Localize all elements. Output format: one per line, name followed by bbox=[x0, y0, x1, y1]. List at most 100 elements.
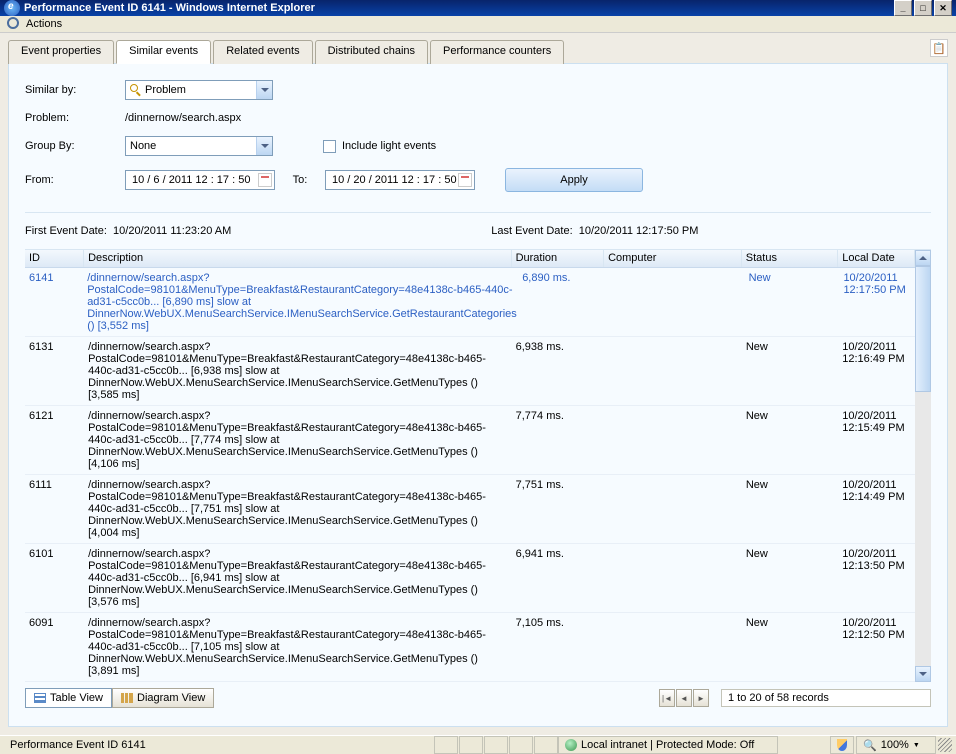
protected-mode-icon[interactable] bbox=[830, 736, 854, 754]
vertical-scrollbar[interactable] bbox=[915, 250, 931, 682]
actions-label[interactable]: Actions bbox=[26, 18, 62, 30]
from-date-input[interactable]: 10 / 6 / 2011 12 : 17 : 50 bbox=[125, 170, 275, 190]
window-title: Performance Event ID 6141 - Windows Inte… bbox=[24, 2, 894, 14]
scroll-thumb[interactable] bbox=[915, 266, 931, 392]
cell-computer bbox=[604, 547, 742, 609]
cell-duration: 6,938 ms. bbox=[512, 340, 605, 402]
cell-computer bbox=[604, 478, 742, 540]
cell-description[interactable]: /dinnernow/search.aspx?PostalCode=98101&… bbox=[83, 271, 518, 333]
scroll-track[interactable] bbox=[915, 392, 931, 666]
cell-status: New bbox=[742, 478, 838, 540]
diagram-view-button[interactable]: Diagram View bbox=[112, 688, 214, 708]
col-description[interactable]: Description bbox=[84, 250, 511, 267]
resize-grip[interactable] bbox=[938, 738, 952, 752]
tab-event-properties[interactable]: Event properties bbox=[8, 40, 114, 64]
similar-by-value: Problem bbox=[145, 84, 186, 96]
grid-header: ID Description Duration Computer Status … bbox=[25, 250, 915, 268]
col-local-date[interactable]: Local Date bbox=[838, 250, 915, 267]
scroll-up-button[interactable] bbox=[915, 250, 931, 266]
prev-page-button[interactable]: ◄ bbox=[676, 689, 692, 707]
cell-status: New bbox=[742, 616, 838, 678]
col-computer[interactable]: Computer bbox=[604, 250, 742, 267]
tab-similar-events[interactable]: Similar events bbox=[116, 40, 211, 64]
col-status[interactable]: Status bbox=[742, 250, 838, 267]
calendar-icon[interactable] bbox=[258, 173, 272, 187]
close-button[interactable]: ✕ bbox=[934, 0, 952, 16]
maximize-button[interactable]: □ bbox=[914, 0, 932, 16]
cell-date: 10/20/2011 12:16:49 PM bbox=[838, 340, 915, 402]
status-panel-empty bbox=[534, 736, 558, 754]
last-event-label: Last Event Date: bbox=[491, 225, 572, 237]
tab-performance-counters[interactable]: Performance counters bbox=[430, 40, 564, 64]
cell-id: 6121 bbox=[25, 409, 84, 471]
last-event-value: 10/20/2011 12:17:50 PM bbox=[579, 225, 699, 237]
problem-label: Problem: bbox=[25, 112, 125, 124]
first-event-label: First Event Date: bbox=[25, 225, 107, 237]
table-row[interactable]: 6091/dinnernow/search.aspx?PostalCode=98… bbox=[25, 613, 915, 682]
ie-icon bbox=[4, 0, 20, 16]
cell-computer bbox=[604, 409, 742, 471]
chevron-down-icon[interactable] bbox=[256, 137, 272, 155]
cell-date: 10/20/2011 12:13:50 PM bbox=[838, 547, 915, 609]
similar-by-combo[interactable]: Problem bbox=[125, 80, 273, 100]
events-grid: ID Description Duration Computer Status … bbox=[25, 250, 915, 682]
first-page-button[interactable]: |◄ bbox=[659, 689, 675, 707]
chevron-down-icon[interactable] bbox=[256, 81, 272, 99]
cell-status: New bbox=[745, 271, 840, 333]
table-row[interactable]: 6131/dinnernow/search.aspx?PostalCode=98… bbox=[25, 337, 915, 406]
tab-distributed-chains[interactable]: Distributed chains bbox=[315, 40, 428, 64]
from-date-value: 10 / 6 / 2011 12 : 17 : 50 bbox=[132, 174, 250, 186]
properties-icon[interactable]: 📋 bbox=[930, 39, 948, 57]
col-id[interactable]: ID bbox=[25, 250, 84, 267]
cell-id: 6101 bbox=[25, 547, 84, 609]
cell-computer bbox=[609, 271, 744, 333]
cell-description: /dinnernow/search.aspx?PostalCode=98101&… bbox=[84, 340, 512, 402]
cell-status: New bbox=[742, 409, 838, 471]
cell-status: New bbox=[742, 340, 838, 402]
cell-date: 10/20/2011 12:14:49 PM bbox=[838, 478, 915, 540]
table-row[interactable]: 6101/dinnernow/search.aspx?PostalCode=98… bbox=[25, 544, 915, 613]
next-page-button[interactable]: ► bbox=[693, 689, 709, 707]
cell-description: /dinnernow/search.aspx?PostalCode=98101&… bbox=[84, 478, 512, 540]
chart-icon bbox=[121, 693, 133, 703]
first-event-value: 10/20/2011 11:23:20 AM bbox=[113, 225, 231, 237]
table-row[interactable]: 6121/dinnernow/search.aspx?PostalCode=98… bbox=[25, 406, 915, 475]
to-date-input[interactable]: 10 / 20 / 2011 12 : 17 : 50 bbox=[325, 170, 475, 190]
include-light-label: Include light events bbox=[342, 140, 436, 152]
scroll-down-button[interactable] bbox=[915, 666, 931, 682]
cell-date: 10/20/2011 12:15:49 PM bbox=[838, 409, 915, 471]
col-duration[interactable]: Duration bbox=[512, 250, 605, 267]
table-row[interactable]: 6111/dinnernow/search.aspx?PostalCode=98… bbox=[25, 475, 915, 544]
cell-date: 10/20/2011 12:17:50 PM bbox=[839, 271, 915, 333]
content-area: Event properties Similar events Related … bbox=[0, 33, 956, 735]
status-bar: Performance Event ID 6141 Local intranet… bbox=[0, 735, 956, 754]
status-panel-empty bbox=[509, 736, 533, 754]
cell-duration: 7,751 ms. bbox=[512, 478, 605, 540]
group-by-combo[interactable]: None bbox=[125, 136, 273, 156]
cell-duration: 6,890 ms. bbox=[518, 271, 609, 333]
calendar-icon[interactable] bbox=[458, 173, 472, 187]
apply-button[interactable]: Apply bbox=[505, 168, 643, 192]
include-light-checkbox[interactable] bbox=[323, 140, 336, 153]
cell-duration: 7,774 ms. bbox=[512, 409, 605, 471]
table-view-button[interactable]: Table View bbox=[25, 688, 112, 708]
status-page-title: Performance Event ID 6141 bbox=[4, 736, 434, 754]
cell-id: 6131 bbox=[25, 340, 84, 402]
table-row[interactable]: 6141/dinnernow/search.aspx?PostalCode=98… bbox=[25, 268, 915, 337]
cell-status: New bbox=[742, 547, 838, 609]
similar-events-panel: Similar by: Problem Problem: /dinnernow/… bbox=[8, 63, 948, 727]
cell-description: /dinnernow/search.aspx?PostalCode=98101&… bbox=[84, 409, 512, 471]
grid-wrap: ID Description Duration Computer Status … bbox=[25, 249, 931, 682]
cell-id[interactable]: 6141 bbox=[25, 271, 83, 333]
similar-by-label: Similar by: bbox=[25, 84, 125, 96]
cell-description: /dinnernow/search.aspx?PostalCode=98101&… bbox=[84, 547, 512, 609]
zoom-control[interactable]: 🔍 100% ▼ bbox=[856, 736, 936, 754]
group-by-label: Group By: bbox=[25, 140, 125, 152]
minimize-button[interactable]: _ bbox=[894, 0, 912, 16]
tab-related-events[interactable]: Related events bbox=[213, 40, 312, 64]
globe-icon bbox=[565, 739, 577, 751]
gear-icon bbox=[6, 16, 22, 32]
records-count: 1 to 20 of 58 records bbox=[721, 689, 931, 707]
tabs: Event properties Similar events Related … bbox=[8, 39, 948, 63]
separator bbox=[25, 212, 931, 213]
